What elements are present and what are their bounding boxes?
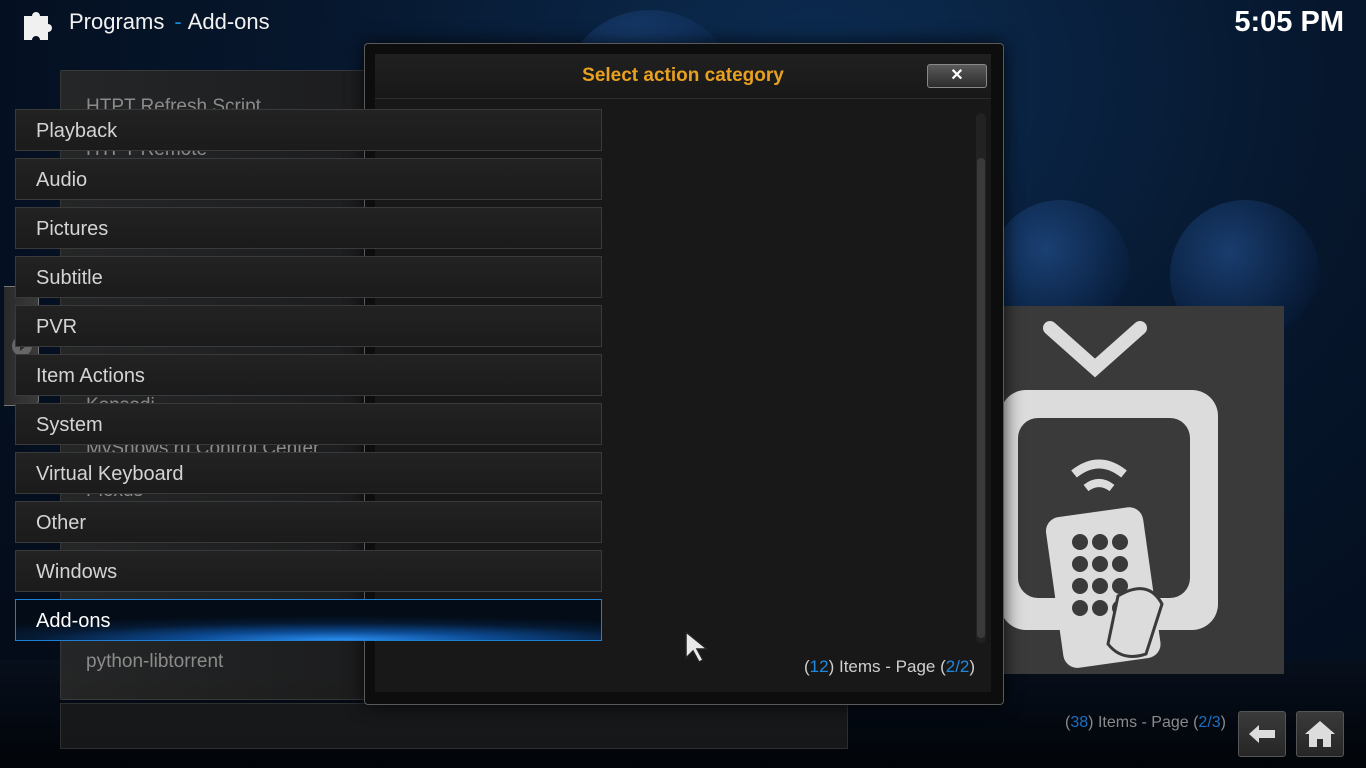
list-page-number: 2/3 xyxy=(1198,714,1221,731)
dialog-scrollbar[interactable] xyxy=(976,113,986,643)
dialog-page-count: (12) Items - Page (2/2) xyxy=(804,657,976,676)
dialog-title: Select action category xyxy=(375,54,991,99)
category-option-label: Add-ons xyxy=(36,610,111,632)
breadcrumb-subsection: Add-ons xyxy=(187,9,270,34)
category-option-label: Subtitle xyxy=(36,267,103,289)
header-bar: Programs - Add-ons 5:05 PM xyxy=(0,0,1366,46)
addon-list-item[interactable]: python-libtorrent xyxy=(86,646,376,689)
category-option-audio[interactable]: Audio xyxy=(15,158,602,200)
category-option-label: Windows xyxy=(36,561,118,583)
dialog-item-count: 12 xyxy=(809,657,829,676)
category-option-label: System xyxy=(36,414,103,436)
breadcrumb: Programs - Add-ons xyxy=(69,9,270,35)
category-option-label: Pictures xyxy=(36,218,109,240)
addon-preview xyxy=(1000,306,1284,674)
scrollbar-thumb[interactable] xyxy=(977,158,985,638)
back-button[interactable] xyxy=(1238,711,1286,757)
category-option-label: Playback xyxy=(36,120,118,142)
category-option-label: Audio xyxy=(36,169,88,191)
breadcrumb-section: Programs xyxy=(69,9,165,34)
category-option-item-actions[interactable]: Item Actions xyxy=(15,354,602,396)
category-option-system[interactable]: System xyxy=(15,403,602,445)
home-button[interactable] xyxy=(1296,711,1344,757)
category-option-pictures[interactable]: Pictures xyxy=(15,207,602,249)
home-icon xyxy=(1305,721,1335,747)
category-option-other[interactable]: Other xyxy=(15,501,602,543)
category-option-playback[interactable]: Playback xyxy=(15,109,602,151)
category-option-add-ons[interactable]: Add-ons xyxy=(15,599,602,641)
breadcrumb-separator: - xyxy=(174,9,182,34)
category-option-label: Virtual Keyboard xyxy=(36,463,184,485)
category-option-virtual-keyboard[interactable]: Virtual Keyboard xyxy=(15,452,602,494)
category-option-windows[interactable]: Windows xyxy=(15,550,602,592)
puzzle-icon xyxy=(24,12,52,40)
clock: 5:05 PM xyxy=(1234,6,1344,38)
category-option-subtitle[interactable]: Subtitle xyxy=(15,256,602,298)
category-option-pvr[interactable]: PVR xyxy=(15,305,602,347)
bottom-info-strip xyxy=(60,703,848,749)
tv-remote-icon xyxy=(1000,321,1218,668)
close-button[interactable]: ✕ xyxy=(927,64,987,88)
category-option-label: Item Actions xyxy=(36,365,145,387)
category-option-label: PVR xyxy=(36,316,78,338)
back-arrow-icon xyxy=(1249,725,1275,743)
list-item-count: 38 xyxy=(1070,714,1089,731)
mouse-cursor-icon xyxy=(685,630,710,663)
list-page-count: (38) Items - Page (2/3) xyxy=(1065,714,1226,731)
category-option-label: Other xyxy=(36,512,87,534)
dialog-page-number: 2/2 xyxy=(945,657,970,676)
addon-list-item-label: python-libtorrent xyxy=(86,650,224,672)
